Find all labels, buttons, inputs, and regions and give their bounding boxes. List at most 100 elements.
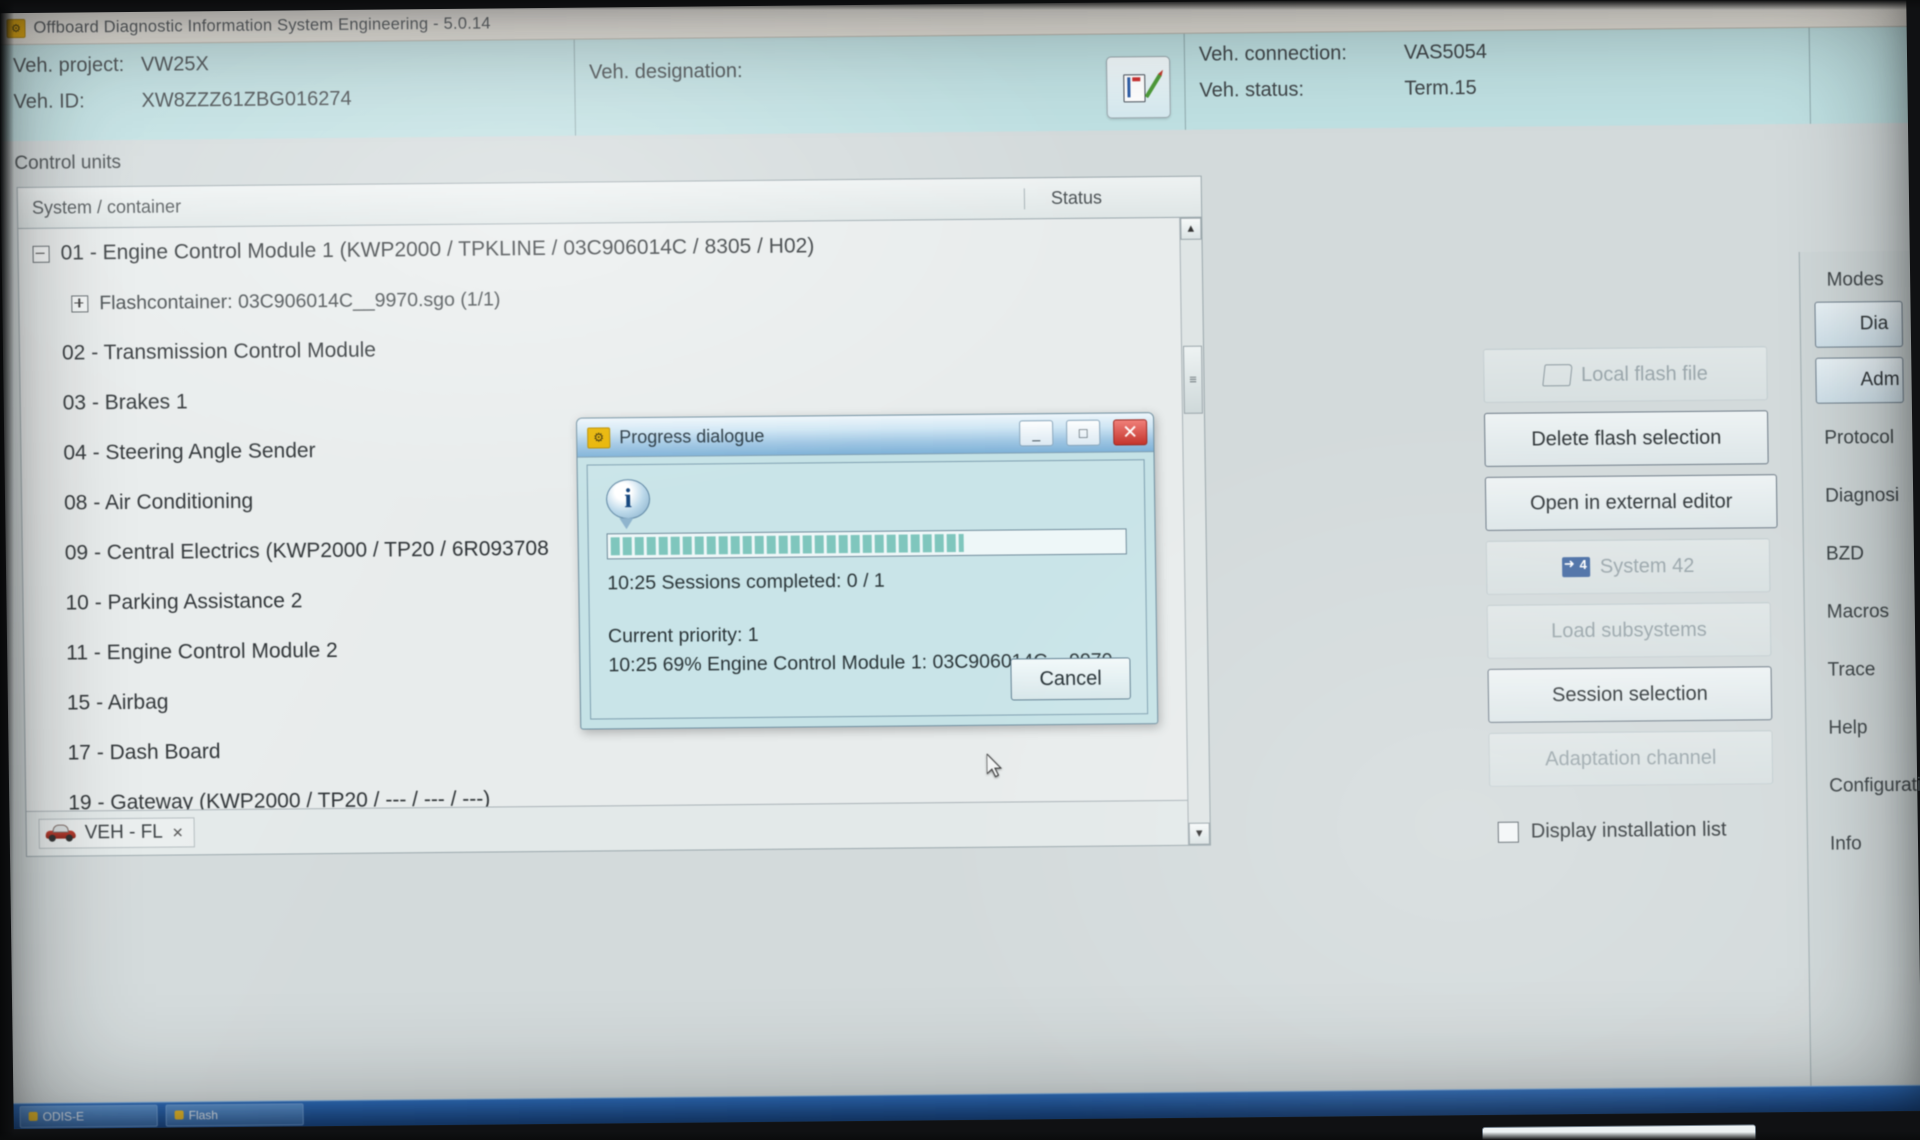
control-units-label: Control units: [14, 152, 122, 175]
maximize-button[interactable]: □: [1066, 419, 1101, 446]
progress-dialog-body: i 10:25 Sessions completed: 0 / 1 Curren…: [586, 459, 1149, 720]
flash-actions-panel: Local flash file Delete flash selection …: [1483, 346, 1790, 844]
open-in-external-editor-label: Open in external editor: [1529, 490, 1733, 515]
menu-item-label: BZD: [1825, 543, 1865, 565]
vehicle-connection-cell: Veh. connection: VAS5054 Veh. status: Te…: [1183, 27, 1810, 130]
delete-flash-selection-label: Delete flash selection: [1531, 426, 1722, 451]
load-subsystems-label: Load subsystems: [1551, 618, 1707, 642]
veh-designation-label: Veh. designation:: [588, 60, 743, 84]
veh-connection-label: Veh. connection:: [1198, 42, 1347, 66]
load-subsystems-button[interactable]: Load subsystems: [1486, 602, 1772, 659]
taskbar-item-label: ODIS-E: [42, 1108, 85, 1124]
scroll-up-button[interactable]: ▲: [1180, 217, 1202, 240]
menu-item-label: Trace: [1827, 659, 1876, 681]
menu-item-bzd[interactable]: BZD: [1804, 525, 1915, 584]
veh-id-value: XW8ZZZ61ZBG016274: [141, 87, 352, 112]
menu-item-protocol[interactable]: Protocol: [1802, 409, 1913, 468]
column-header-system[interactable]: System / container: [18, 188, 1024, 219]
veh-id-label: Veh. ID:: [13, 90, 85, 114]
progress-dialog-titlebar[interactable]: ⚙ Progress dialogue _ □ ✕: [576, 413, 1154, 458]
header-spacer: [1808, 26, 1908, 124]
veh-fl-close-icon[interactable]: ✕: [172, 824, 184, 841]
menu-item-help[interactable]: Help: [1806, 699, 1917, 758]
display-installation-list-row[interactable]: Display installation list: [1497, 818, 1790, 844]
tree-row-label: 04 - Steering Angle Sender: [63, 439, 316, 465]
modes-title: Modes: [1826, 269, 1884, 291]
cancel-button-label: Cancel: [1039, 667, 1102, 690]
taskbar-item-icon: [28, 1111, 38, 1121]
mode-admin-button[interactable]: Adm: [1815, 356, 1904, 404]
menu-item-label: Macros: [1826, 601, 1890, 623]
system-42-label: System 42: [1599, 554, 1695, 578]
menu-item-trace[interactable]: Trace: [1805, 641, 1916, 700]
taskbar[interactable]: ODIS-E Flash: [13, 1084, 1920, 1130]
open-in-external-editor-button[interactable]: Open in external editor: [1484, 474, 1778, 531]
veh-project-label: Veh. project:: [12, 54, 125, 78]
veh-fl-label: VEH - FL: [84, 821, 163, 844]
scroll-down-button[interactable]: ▼: [1188, 822, 1210, 845]
display-installation-list-checkbox[interactable]: [1497, 821, 1519, 843]
column-header-status[interactable]: Status: [1023, 186, 1202, 209]
edit-designation-button[interactable]: [1105, 55, 1171, 119]
progress-dialog: ⚙ Progress dialogue _ □ ✕ i 10:25 Sessio…: [575, 412, 1159, 730]
veh-designation-row: Veh. designation:: [589, 60, 743, 84]
tree-row-label: 03 - Brakes 1: [62, 390, 188, 415]
local-flash-file-label: Local flash file: [1580, 362, 1708, 386]
adaptation-channel-button[interactable]: Adaptation channel: [1488, 730, 1774, 787]
veh-connection-value: VAS5054: [1403, 40, 1488, 64]
delete-flash-selection-button[interactable]: Delete flash selection: [1483, 410, 1769, 467]
menu-item-label: Protocol: [1824, 427, 1895, 449]
session-selection-button[interactable]: Session selection: [1487, 666, 1773, 723]
taskbar-item[interactable]: ODIS-E: [19, 1104, 158, 1128]
menu-item-configuratio[interactable]: Configuratio: [1807, 757, 1920, 816]
menu-item-macros[interactable]: Macros: [1804, 583, 1915, 642]
tree-row-label: 02 - Transmission Control Module: [61, 338, 377, 365]
veh-id-row: Veh. ID: XW8ZZZ61ZBG016274: [13, 86, 560, 114]
taskbar-item[interactable]: Flash: [165, 1102, 304, 1127]
progress-bar: [606, 528, 1127, 560]
main-body: Control units System / container Status …: [0, 122, 1920, 1140]
vehicle-project-cell: Veh. project: VW25X Veh. ID: XW8ZZZ61ZBG…: [0, 40, 575, 142]
mode-diagnosis-button[interactable]: Dia: [1814, 300, 1904, 348]
cancel-button[interactable]: Cancel: [1010, 657, 1131, 701]
sessions-completed-line: 10:25 Sessions completed: 0 / 1: [607, 569, 885, 595]
veh-project-value: VW25X: [140, 53, 209, 76]
veh-status-value: Term.15: [1404, 77, 1477, 100]
admin-icon: [1825, 368, 1851, 392]
tree-row-label: 01 - Engine Control Module 1 (KWP2000 / …: [60, 234, 815, 265]
veh-fl-chip[interactable]: VEH - FL ✕: [38, 817, 195, 849]
adaptation-channel-label: Adaptation channel: [1545, 746, 1717, 770]
veh-connection-row: Veh. connection: VAS5054: [1199, 38, 1795, 67]
progress-bar-fill: [610, 533, 965, 556]
diagnosis-icon: [1825, 312, 1851, 336]
menu-item-label: Configuratio: [1829, 774, 1920, 797]
current-priority-line: Current priority: 1: [607, 623, 759, 648]
close-button[interactable]: ✕: [1113, 419, 1148, 446]
session-selection-label: Session selection: [1551, 682, 1708, 706]
progress-dialog-title: Progress dialogue: [619, 425, 765, 447]
mode-admin-label: Adm: [1860, 368, 1900, 391]
veh-status-row: Veh. status: Term.15: [1199, 74, 1795, 103]
mode-diagnosis-label: Dia: [1859, 313, 1889, 335]
info-icon: i: [605, 478, 651, 530]
menu-item-diagnosi[interactable]: Diagnosi: [1803, 467, 1914, 526]
tree-row-label: 08 - Air Conditioning: [63, 489, 254, 515]
local-flash-file-button[interactable]: Local flash file: [1483, 346, 1768, 403]
menu-item-label: Help: [1828, 717, 1868, 739]
collapse-icon[interactable]: [32, 245, 50, 263]
tree-row-label: Flashcontainer: 03C906014C__9970.sgo (1/…: [99, 287, 501, 314]
scrollbar-thumb[interactable]: [1183, 345, 1203, 414]
menu-item-label: Diagnosi: [1825, 484, 1900, 507]
taskbar-item-label: Flash: [188, 1107, 219, 1122]
edit-designation-icon: [1121, 72, 1163, 103]
progress-dialog-icon: ⚙: [587, 426, 611, 449]
modes-menu-column: Modes Dia Adm Protocol Diagnosi BZD Macros T…: [1798, 250, 1920, 1112]
expand-icon[interactable]: [71, 294, 89, 313]
tree-row-label: 11 - Engine Control Module 2: [66, 638, 338, 665]
menu-item-info[interactable]: Info: [1808, 815, 1919, 874]
minimize-button[interactable]: _: [1019, 420, 1054, 447]
window-title: Offboard Diagnostic Information System E…: [33, 14, 491, 37]
display-installation-list-label: Display installation list: [1530, 818, 1727, 843]
info-icon-glyph: i: [624, 482, 633, 513]
system-42-button[interactable]: System 42: [1485, 538, 1771, 595]
